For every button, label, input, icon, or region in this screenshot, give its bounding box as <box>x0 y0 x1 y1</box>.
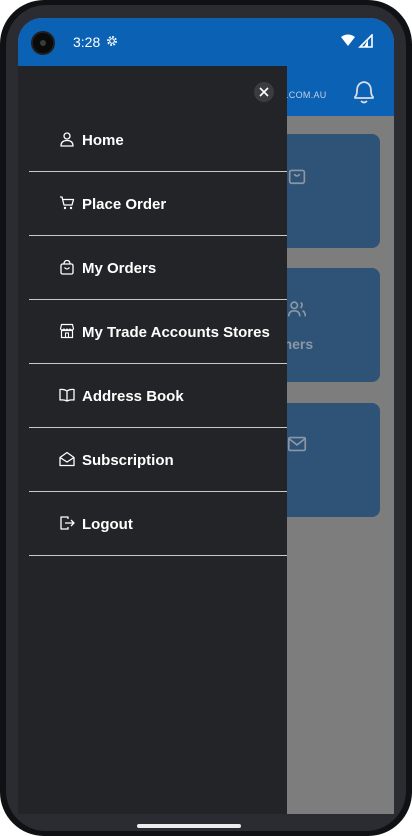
menu-item-home[interactable]: Home <box>29 108 287 172</box>
close-icon <box>259 87 269 97</box>
home-indicator[interactable] <box>137 824 241 828</box>
status-bar: 3:28 <box>18 18 394 66</box>
shopping-bag-icon <box>60 259 74 275</box>
users-icon <box>287 301 307 317</box>
menu-item-my-orders[interactable]: My Orders <box>29 236 287 300</box>
connectivity-icons <box>341 34 373 48</box>
menu-item-label: Logout <box>82 516 133 533</box>
store-icon <box>59 323 75 339</box>
user-icon <box>60 132 74 147</box>
envelope-open-icon <box>59 451 75 467</box>
menu-item-label: Subscription <box>82 452 174 469</box>
menu-item-logout[interactable]: Logout <box>29 492 287 556</box>
wifi-icon <box>341 34 355 46</box>
settings-icon <box>107 36 117 46</box>
menu-item-trade-accounts-stores[interactable]: My Trade Accounts Stores <box>29 300 287 364</box>
menu-item-subscription[interactable]: Subscription <box>29 428 287 492</box>
camera-icon <box>31 31 55 55</box>
brand-text: .COM.AU <box>286 90 327 100</box>
logout-icon <box>60 516 75 530</box>
shopping-bag-icon <box>288 169 306 185</box>
menu-item-label: My Trade Accounts Stores <box>82 324 270 341</box>
menu-item-label: Home <box>82 132 124 149</box>
menu-item-label: My Orders <box>82 260 157 277</box>
drawer-menu: Home Place Order My Orders My Trade Acco… <box>29 108 287 556</box>
screen: 3:28 .COM.AU otation <box>18 18 394 814</box>
menu-item-place-order[interactable]: Place Order <box>29 172 287 236</box>
book-icon <box>59 388 75 402</box>
menu-item-label: Place Order <box>82 196 167 213</box>
bell-icon[interactable] <box>351 78 377 106</box>
close-button[interactable] <box>254 82 274 102</box>
cart-icon <box>60 196 75 210</box>
envelope-icon <box>287 436 307 452</box>
status-time: 3:28 <box>73 34 101 50</box>
menu-item-address-book[interactable]: Address Book <box>29 364 287 428</box>
menu-item-label: Address Book <box>82 388 184 405</box>
navigation-drawer: Home Place Order My Orders My Trade Acco… <box>18 66 287 814</box>
